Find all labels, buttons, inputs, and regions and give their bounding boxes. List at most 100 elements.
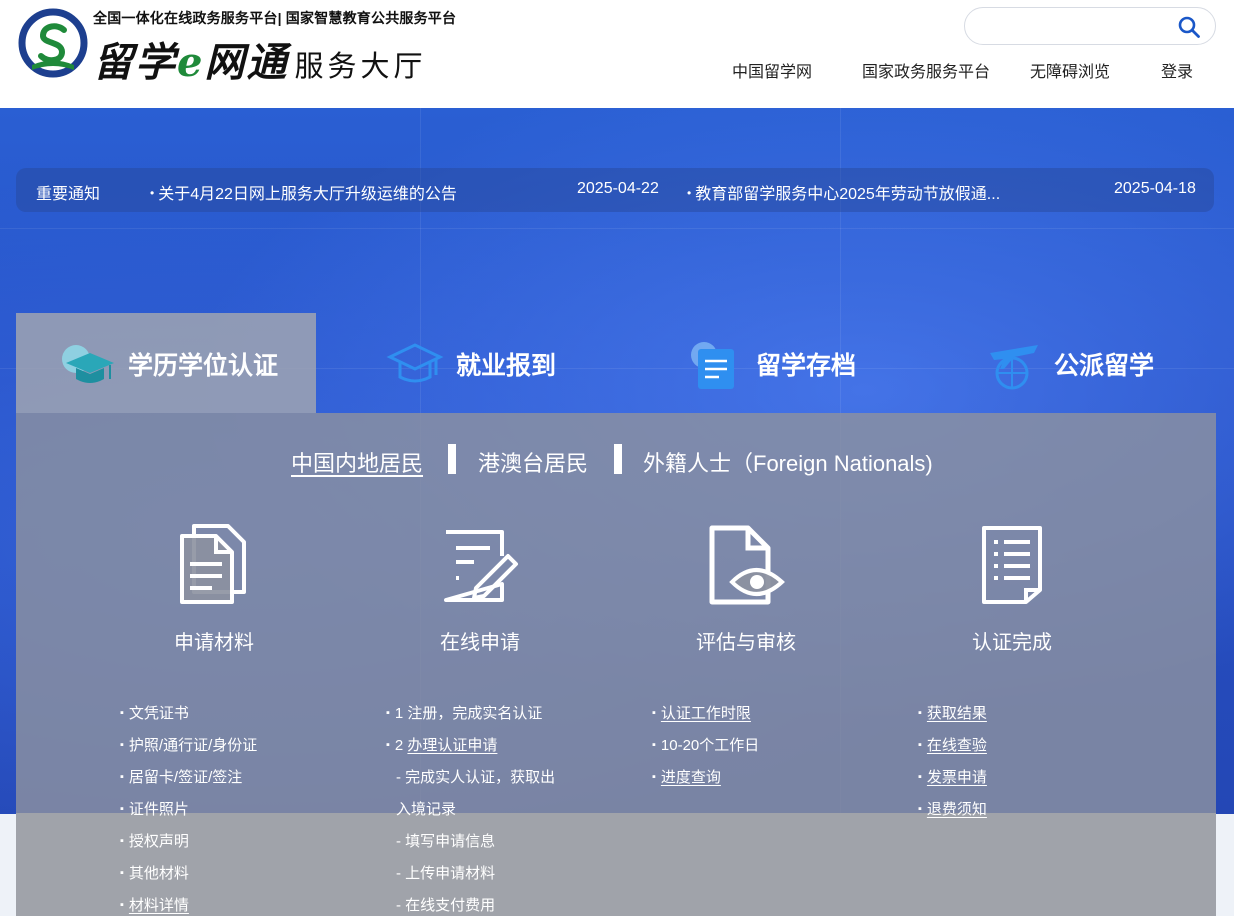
notice-item[interactable]: • 教育部留学服务中心2025年劳动节放假通... (687, 180, 1000, 204)
document-review-icon (709, 525, 785, 605)
list-item-text: 居留卡/签证/签注 (128, 769, 243, 786)
logo-icon[interactable] (18, 8, 88, 78)
bullet-icon: ▪ (386, 707, 390, 719)
list-item-text: 发票申请 (926, 769, 987, 786)
graduation-cap-icon (62, 345, 114, 383)
subtab-mainland-residents[interactable]: 中国内地居民 (291, 446, 423, 478)
subtab-foreign-nationals[interactable]: 外籍人士（Foreign Nationals) (643, 446, 933, 478)
list-item-text: 授权声明 (128, 833, 189, 850)
online-verify-link[interactable]: ▪ 在线查验 (918, 734, 987, 755)
notice-title: 关于4月22日网上服务大厅升级运维的公告 (158, 186, 457, 203)
bullet-icon: • (150, 186, 155, 200)
progress-query-link[interactable]: ▪ 进度查询 (652, 766, 721, 787)
notice-title: 教育部留学服务中心2025年劳动节放假通... (695, 186, 1001, 203)
list-item-text: 10-20个工作日 (660, 737, 760, 754)
nav-login-link[interactable]: 登录 (1161, 58, 1193, 82)
decor-line (0, 228, 1234, 229)
list-item-text: 材料详情 (128, 897, 189, 914)
bullet-icon: ▪ (652, 739, 656, 751)
list-item-text: 护照/通行证/身份证 (128, 737, 258, 754)
graduation-cap-icon (386, 343, 444, 383)
bullet-icon: ▪ (120, 707, 124, 719)
nav-accessibility-link[interactable]: 无障碍浏览 (1030, 58, 1110, 82)
list-item: - 在线支付费用 (396, 897, 496, 914)
list-item-text: 其他材料 (128, 865, 189, 882)
list-item-text: 在线查验 (926, 737, 987, 754)
bullet-icon: ▪ (120, 739, 124, 751)
list-item: ▪ 2 办理认证申请 (386, 734, 497, 755)
tab-government-sponsored[interactable]: 公派留学 (984, 332, 1154, 396)
list-item: ▪ 10-20个工作日 (652, 734, 759, 755)
airplane-globe-icon (990, 345, 1038, 390)
bullet-icon: ▪ (386, 739, 390, 751)
list-item: - 完成实人认证，获取出 (396, 769, 556, 786)
materials-detail-link[interactable]: ▪ 材料详情 (120, 894, 189, 915)
certificate-list-icon (982, 526, 1042, 604)
subtab-divider (448, 444, 456, 474)
subtab-hk-macao-taiwan[interactable]: 港澳台居民 (478, 446, 588, 478)
list-item: ▪ 居留卡/签证/签注 (120, 766, 242, 787)
bullet-icon: ▪ (652, 707, 656, 719)
tab-employment-report[interactable]: 就业报到 (386, 332, 556, 396)
list-item-text: 进度查询 (660, 769, 721, 786)
nav-cscse-link[interactable]: 中国留学网 (732, 58, 812, 82)
document-folder-icon (691, 342, 734, 389)
list-item-text: 证件照片 (128, 801, 189, 818)
list-item-text: 获取结果 (926, 705, 987, 722)
tab-label: 公派留学 (1054, 352, 1155, 380)
step-title-materials: 申请材料 (174, 632, 254, 654)
tab-label: 学历学位认证 (128, 352, 279, 380)
list-item: - 上传申请材料 (396, 865, 496, 882)
invoice-request-link[interactable]: ▪ 发票申请 (918, 766, 987, 787)
list-item: - 填写申请信息 (396, 833, 496, 850)
brand-main-b: 网通 (204, 39, 289, 86)
list-item-text: 退费须知 (926, 801, 987, 818)
list-item: ▪ 证件照片 (120, 798, 189, 819)
brand-e: e (177, 39, 205, 86)
documents-icon (180, 524, 246, 604)
refund-notice-link[interactable]: ▪ 退费须知 (918, 798, 987, 819)
tab-label: 留学存档 (756, 352, 857, 380)
edit-form-icon (444, 530, 518, 602)
brand-title[interactable]: 留学e网通 服务大厅 (93, 30, 427, 86)
bullet-icon: ▪ (918, 771, 922, 783)
bullet-icon: • (687, 186, 692, 200)
content-panel-lower (16, 813, 1216, 916)
bullet-icon: ▪ (120, 771, 124, 783)
apply-certification-link[interactable]: 办理认证申请 (407, 737, 497, 754)
list-item: ▪ 护照/通行证/身份证 (120, 734, 257, 755)
bullet-icon: ▪ (120, 899, 124, 911)
search-icon[interactable] (1177, 15, 1201, 39)
platform-subtitle: 全国一体化在线政务服务平台| 国家智慧教育公共服务平台 (93, 10, 457, 26)
list-item: ▪ 授权声明 (120, 830, 189, 851)
bullet-icon: ▪ (120, 803, 124, 815)
processing-time-link[interactable]: ▪ 认证工作时限 (652, 702, 751, 723)
step-title-complete: 认证完成 (972, 632, 1052, 654)
list-item: ▪ 1 注册，完成实名认证 (386, 702, 542, 723)
bullet-icon: ▪ (918, 707, 922, 719)
subtab-divider (614, 444, 622, 474)
list-item-text: 认证工作时限 (660, 705, 751, 722)
notice-item[interactable]: • 关于4月22日网上服务大厅升级运维的公告 (150, 180, 457, 204)
bullet-icon: ▪ (120, 867, 124, 879)
bullet-icon: ▪ (652, 771, 656, 783)
bullet-icon: ▪ (918, 739, 922, 751)
step-title-online-apply: 在线申请 (440, 632, 520, 654)
brand-subtitle: 服务大厅 (294, 51, 427, 83)
list-item-text: 文凭证书 (128, 705, 189, 722)
bullet-icon: ▪ (120, 835, 124, 847)
nav-gov-platform-link[interactable]: 国家政务服务平台 (862, 58, 990, 82)
tab-study-archive[interactable]: 留学存档 (686, 332, 856, 396)
bullet-icon: ▪ (918, 803, 922, 815)
get-result-link[interactable]: ▪ 获取结果 (918, 702, 987, 723)
list-item-text: 1 注册，完成实名认证 (394, 705, 543, 722)
site-header: 全国一体化在线政务服务平台| 国家智慧教育公共服务平台 留学e网通 服务大厅 中国… (0, 0, 1234, 108)
notice-date: 2025-04-22 (577, 180, 659, 197)
notice-date: 2025-04-18 (1114, 180, 1196, 197)
tab-label: 就业报到 (456, 352, 557, 380)
tab-degree-verification[interactable]: 学历学位认证 (58, 332, 278, 396)
brand-main-a: 留学 (93, 39, 177, 86)
list-item: 入境记录 (396, 801, 457, 818)
notice-label: 重要通知 (36, 186, 101, 203)
search-input[interactable] (964, 7, 1216, 45)
